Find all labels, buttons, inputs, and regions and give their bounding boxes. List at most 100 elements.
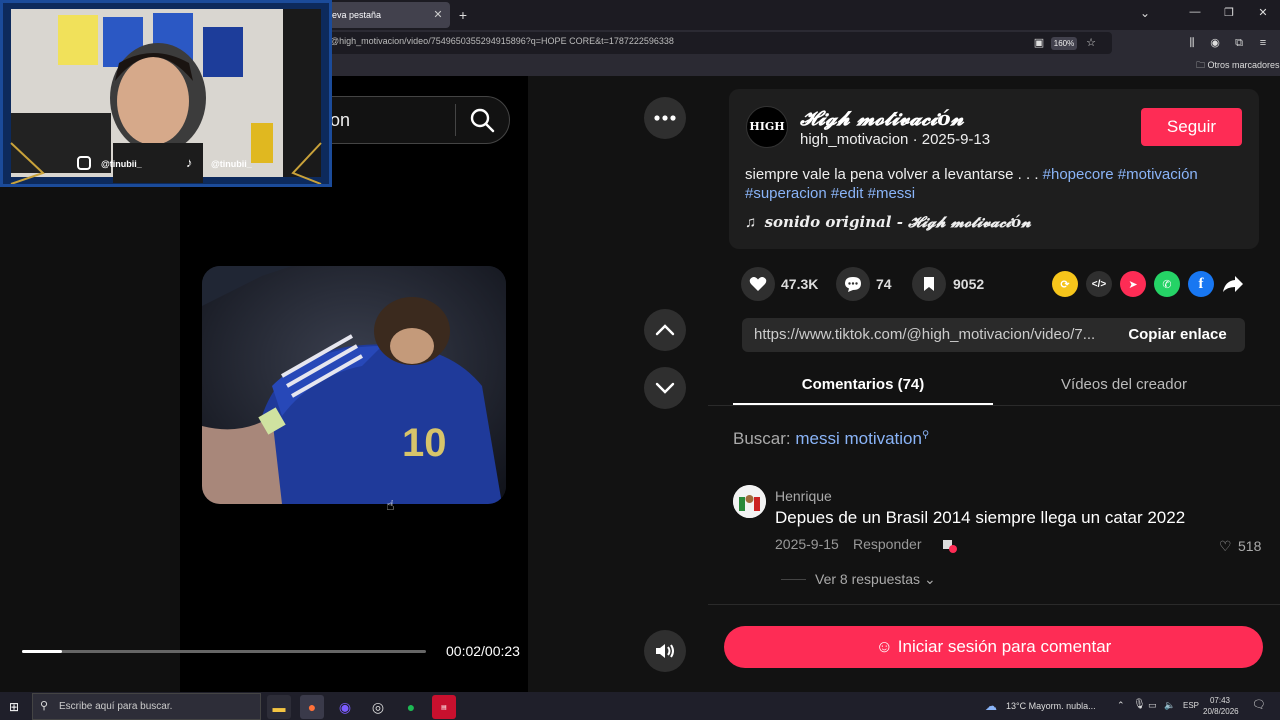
avatar-image [733,485,766,518]
tiktok-icon: ♪ [186,155,193,170]
speaker-icon[interactable]: 🔈 [1164,700,1175,711]
hashtag[interactable]: #edit [831,185,864,202]
volume-icon [656,644,674,658]
hashtag[interactable]: #hopecore [1043,166,1114,183]
folder-icon: 🗀 [1196,60,1206,70]
spotify-icon[interactable]: ● [399,695,423,719]
firefox-icon[interactable]: ● [300,695,324,719]
extensions-icon[interactable]: ⧉ [1231,35,1247,51]
like-count: 47.3K [781,276,819,292]
search-small-icon: ⚲ [921,429,930,441]
windows-start-icon[interactable]: ⊞ [9,700,19,714]
embed-icon[interactable]: </> [1086,271,1112,297]
music-note-icon: ♫ [745,214,757,231]
share-arrow-icon[interactable] [1222,274,1244,294]
minimize-icon[interactable]: — [1188,6,1202,19]
like-button[interactable] [741,267,775,301]
tab-close-icon[interactable]: ✕ [430,2,446,28]
other-bookmarks[interactable]: 🗀 Otros marcadores [1196,58,1280,74]
account-icon[interactable]: ◉ [1207,35,1223,51]
close-window-icon[interactable]: ✕ [1256,6,1270,19]
hashtag[interactable]: #motivación [1118,166,1198,183]
previous-video-button[interactable] [644,309,686,351]
instagram-icon [77,156,91,170]
login-to-comment-button[interactable]: ☺ Iniciar sesión para comentar [724,626,1263,668]
video-editor-icon[interactable]: ▤ [432,695,456,719]
progress-track[interactable] [22,650,426,653]
comment-avatar[interactable] [733,485,766,518]
send-icon[interactable]: ➤ [1120,271,1146,297]
hashtag[interactable]: #messi [868,185,916,202]
webcam-image [10,9,322,184]
save-button[interactable] [912,267,946,301]
whatsapp-icon[interactable]: ✆ [1154,271,1180,297]
creator-meta: high_motivacion · 2025-9-13 [800,131,991,148]
facebook-icon[interactable]: f [1188,271,1214,297]
tray-chevron-up-icon[interactable]: ⌃ [1117,700,1125,711]
tab-list-chevron-icon[interactable]: ⌄ [1140,6,1150,20]
taskbar-weather[interactable]: 13°C Mayorm. nubla... [1006,701,1096,711]
comment-username[interactable]: Henrique [775,488,832,504]
taskbar-search-input[interactable]: Escribe aquí para buscar. [59,701,172,712]
more-icon [654,115,676,121]
search-divider [455,104,456,136]
replies-line [781,579,806,580]
bookmark-star-icon[interactable]: ☆ [1083,35,1099,51]
comment-count: 74 [876,276,892,292]
sound-row[interactable]: ♫ sonido original - 𝓗𝓲𝓰𝓱 𝓶𝓸𝓽𝓲𝓿𝓪𝓬𝓲ó𝓷 [745,213,1031,231]
taskbar-clock[interactable]: 07:43 20/8/2026 [1203,695,1239,717]
search-icon[interactable] [468,106,496,134]
video-caption: siempre vale la pena volver a levantarse… [745,165,1245,203]
comment-text: Depues de un Brasil 2014 siempre llega u… [775,508,1186,527]
view-replies-button[interactable]: Ver 8 respuestas ⌄ [815,571,936,588]
reply-button[interactable]: Responder [853,536,922,552]
related-search-term[interactable]: messi motivation [795,429,922,448]
taskbar-language[interactable]: ESP [1183,701,1199,710]
notifications-icon[interactable]: 🗨 [1252,698,1266,711]
obs-icon[interactable]: ◎ [366,695,390,719]
url-text[interactable]: @high_motivacion/video/75496503552949158… [330,36,674,46]
search-input[interactable]: on [330,110,350,131]
hashtag[interactable]: #superacion [745,185,827,202]
discord-icon[interactable]: ◉ [333,695,357,719]
reader-view-icon[interactable]: ▣ [1031,35,1047,51]
tab-creator-videos[interactable]: Vídeos del creador [993,376,1255,393]
comment-like-icon[interactable]: ♡ [1219,538,1232,555]
related-search[interactable]: Buscar: messi motivation⚲ [733,429,929,449]
webcam-handle-instagram: @tinubii_ [101,159,142,169]
microphone-icon[interactable]: 🎙 [1133,699,1146,710]
new-tab-icon[interactable]: + [455,5,471,25]
comment-like-count: 518 [1238,538,1262,554]
webcam-overlay [0,0,332,187]
creator-avatar[interactable]: HIGH [746,106,788,148]
comment-date: 2025-9-15 [775,536,839,552]
creator-name[interactable]: 𝓗𝓲𝓰𝓱 𝓶𝓸𝓽𝓲𝓿𝓪𝓬𝓲ó𝓷 [800,106,964,130]
creator-liked-badge [943,539,957,553]
sound-name[interactable]: sonido original - 𝓗𝓲𝓰𝓱 𝓶𝓸𝓽𝓲𝓿𝓪𝓬𝓲ó𝓷 [765,213,1031,231]
restore-icon[interactable]: ❐ [1222,6,1236,19]
progress-fill [22,650,62,653]
other-bookmarks-label: Otros marcadores [1207,60,1280,70]
more-options-button[interactable] [644,97,686,139]
video-player[interactable]: 10 [202,266,506,504]
next-video-button[interactable] [644,367,686,409]
file-explorer-icon[interactable]: ▬ [267,695,291,719]
follow-button[interactable]: Seguir [1141,108,1242,146]
view-replies-label: Ver 8 respuestas [815,571,921,587]
comment-bubble-icon: ☺ [875,637,894,656]
zoom-badge[interactable]: 160% [1051,37,1077,50]
webcam-handle-tiktok: @tinubii_ [211,159,252,169]
library-icon[interactable]: ⫼ [1184,35,1200,51]
volume-button[interactable] [644,630,686,672]
comments-button[interactable] [836,267,870,301]
share-link[interactable]: https://www.tiktok.com/@high_motivacion/… [754,326,1106,343]
repost-icon[interactable]: ⟳ [1052,271,1078,297]
menu-icon[interactable]: ≡ [1255,35,1271,51]
tab-comments[interactable]: Comentarios (74) [733,376,993,393]
copy-link-button[interactable]: Copiar enlace [1110,318,1245,352]
chevron-down-icon [655,382,675,394]
save-count: 9052 [953,276,985,292]
network-icon[interactable]: ▭ [1148,700,1157,711]
svg-text:10: 10 [402,421,447,465]
weather-icon: ☁ [985,699,997,713]
